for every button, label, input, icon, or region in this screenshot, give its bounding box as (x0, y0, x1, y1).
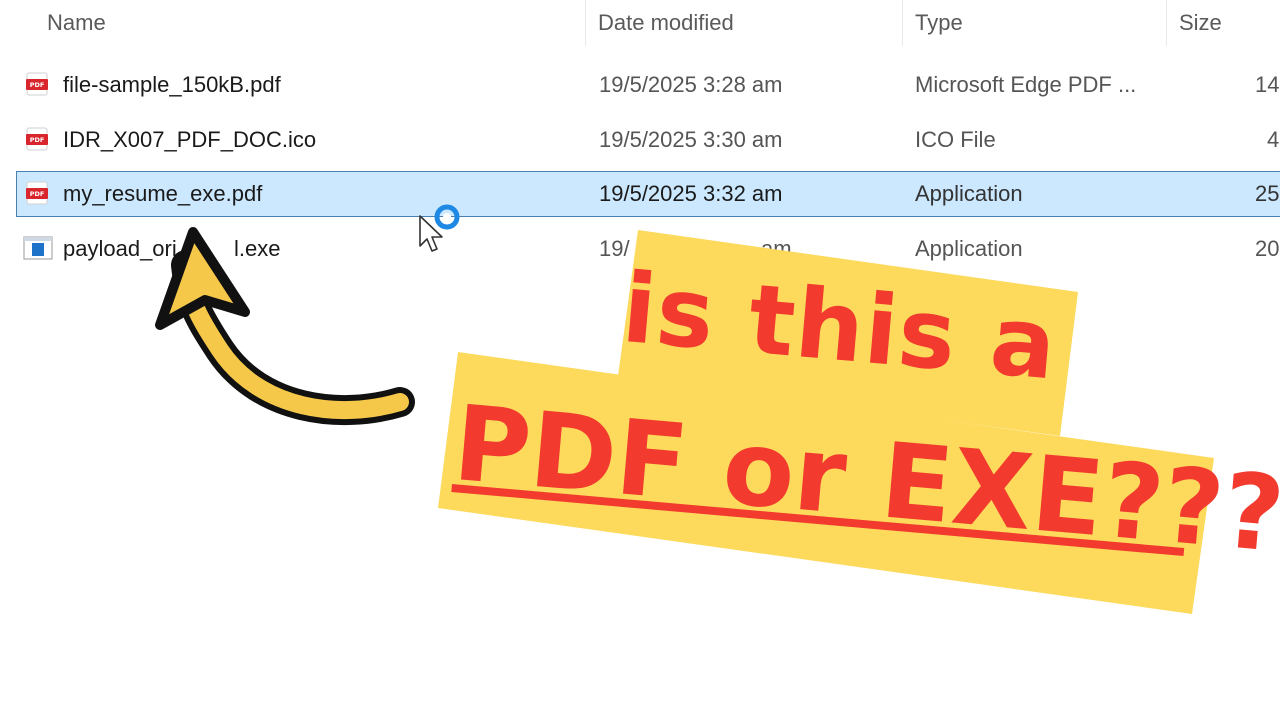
thumbnail-overlay: is this a PDF or EXE??? (0, 0, 1280, 720)
